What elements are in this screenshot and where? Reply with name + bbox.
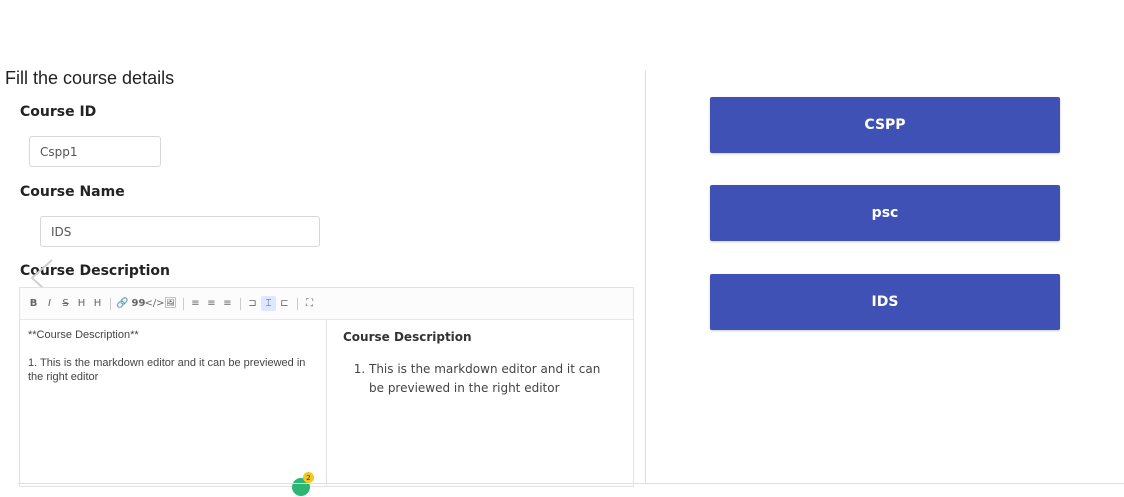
course-button-psc[interactable]: psc <box>710 185 1060 241</box>
course-id-label: Course ID <box>20 104 97 120</box>
course-name-label: Course Name <box>20 184 125 200</box>
strikethrough-icon[interactable]: S <box>58 296 73 311</box>
grammar-badge[interactable]: 2 <box>292 472 314 496</box>
bold-icon[interactable]: B <box>26 296 41 311</box>
markdown-preview-pane: Course Description This is the markdown … <box>327 320 633 487</box>
link-icon[interactable]: 🔗 <box>115 296 130 311</box>
toolbar-divider <box>183 297 184 310</box>
preview-list-item: This is the markdown editor and it can b… <box>369 360 617 398</box>
heading-icon[interactable]: H <box>74 296 89 311</box>
markdown-line: 1. This is the markdown editor and it ca… <box>28 357 306 383</box>
column-divider <box>645 70 646 484</box>
image-icon[interactable]: 🖼 <box>163 296 178 311</box>
course-button-ids[interactable]: IDS <box>710 274 1060 330</box>
edit-only-icon[interactable]: ⊐ <box>245 296 260 311</box>
toolbar-divider <box>297 297 298 310</box>
course-button-cspp[interactable]: CSPP <box>710 97 1060 153</box>
editor-toolbar: B I S H H 🔗 99 </> 🖼 ≡ ≡ ≡ ⊐ ⌶ ⊏ ⛶ <box>20 288 633 320</box>
markdown-input-pane[interactable]: **Course Description** 1. This is the ma… <box>20 320 327 496</box>
course-name-input[interactable]: IDS <box>40 216 320 247</box>
bottom-divider <box>18 483 1124 484</box>
split-view-icon[interactable]: ⌶ <box>261 296 276 311</box>
toolbar-divider <box>240 297 241 310</box>
italic-icon[interactable]: I <box>42 296 57 311</box>
grammar-badge-count: 2 <box>303 472 314 483</box>
code-icon[interactable]: </> <box>144 296 164 311</box>
unordered-list-icon[interactable]: ≡ <box>188 296 203 311</box>
markdown-editor[interactable]: B I S H H 🔗 99 </> 🖼 ≡ ≡ ≡ ⊐ ⌶ ⊏ ⛶ **Cou… <box>19 287 634 496</box>
markdown-line: **Course Description** <box>28 329 139 341</box>
form-title: Fill the course details <box>5 68 175 88</box>
preview-heading: Course Description <box>343 330 472 344</box>
ordered-list-icon[interactable]: ≡ <box>204 296 219 311</box>
heading-smaller-icon[interactable]: H <box>90 296 105 311</box>
preview-only-icon[interactable]: ⊏ <box>277 296 292 311</box>
task-list-icon[interactable]: ≡ <box>220 296 235 311</box>
toolbar-divider <box>110 297 111 310</box>
preview-list: This is the markdown editor and it can b… <box>343 360 617 398</box>
course-id-input[interactable]: Cspp1 <box>29 136 161 167</box>
fullscreen-icon[interactable]: ⛶ <box>302 296 317 311</box>
